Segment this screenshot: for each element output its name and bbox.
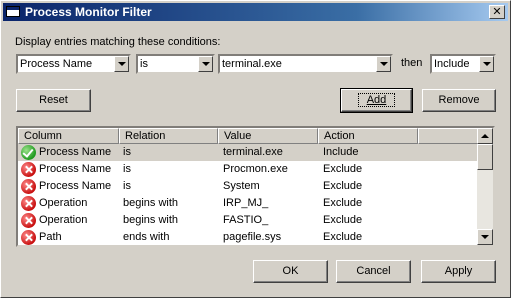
cell-relation: ends with [123, 231, 170, 243]
cell-column: Operation [39, 214, 88, 226]
cell-value: IRP_MJ_ [223, 197, 269, 209]
chevron-down-icon[interactable] [198, 56, 213, 72]
then-label: then [401, 57, 423, 69]
cell-value: System [223, 180, 260, 192]
chevron-down-icon[interactable] [114, 56, 129, 72]
close-button[interactable]: ✕ [489, 5, 505, 19]
check-icon[interactable] [21, 145, 36, 160]
exclude-icon[interactable] [21, 230, 36, 245]
filter-dialog: Process Monitor Filter ✕ Display entries… [0, 0, 511, 298]
cell-column: Path [39, 231, 62, 243]
column-dropdown-value: Process Name [20, 58, 93, 70]
cell-value: FASTIO_ [223, 214, 269, 226]
cell-value: pagefile.sys [223, 231, 282, 243]
cell-column: Operation [39, 197, 88, 209]
cell-value: Procmon.exe [223, 163, 288, 175]
add-button[interactable]: Add [340, 88, 413, 113]
column-header-action[interactable]: Action [318, 128, 418, 144]
relation-dropdown[interactable]: is [136, 54, 215, 74]
cell-column: Process Name [39, 146, 112, 158]
list-header: Column Relation Value Action [18, 128, 479, 144]
cell-action: Exclude [323, 197, 363, 209]
column-header-column[interactable]: Column [18, 128, 119, 144]
vertical-scrollbar[interactable] [477, 128, 493, 245]
filter-list[interactable]: Column Relation Value Action Process Nam… [16, 126, 495, 247]
cell-column: Process Name [39, 163, 112, 175]
reset-button[interactable]: Reset [16, 89, 91, 112]
chevron-down-icon[interactable] [479, 56, 494, 72]
ok-button[interactable]: OK [253, 260, 328, 283]
scroll-up-button[interactable] [477, 128, 493, 144]
cell-action: Exclude [323, 163, 363, 175]
table-row[interactable]: Process Name is terminal.exe Include [18, 144, 479, 161]
cell-relation: is [123, 180, 131, 192]
cell-relation: is [123, 163, 131, 175]
value-combobox-value: terminal.exe [222, 58, 282, 70]
table-row[interactable]: Operation begins with IRP_MJ_ Exclude [18, 195, 479, 212]
list-rows: Process Name is terminal.exe Include Pro… [18, 144, 479, 247]
window-title: Process Monitor Filter [25, 5, 152, 19]
column-header-filler [418, 128, 479, 144]
cell-value: terminal.exe [223, 146, 283, 158]
scroll-thumb[interactable] [477, 144, 493, 170]
add-button-label: Add [357, 93, 396, 107]
cell-relation: is [123, 146, 131, 158]
cancel-button[interactable]: Cancel [336, 260, 411, 283]
cell-action: Exclude [323, 180, 363, 192]
cell-relation: begins with [123, 197, 179, 209]
table-row[interactable]: Path ends with pagefile.sys Exclude [18, 229, 479, 245]
cell-relation: begins with [123, 214, 179, 226]
table-row[interactable]: Operation begins with FASTIO_ Exclude [18, 212, 479, 229]
cell-column: Process Name [39, 180, 112, 192]
action-dropdown-value: Include [434, 58, 470, 70]
remove-button[interactable]: Remove [422, 89, 496, 112]
title-bar[interactable]: Process Monitor Filter ✕ [3, 3, 508, 21]
conditions-prompt: Display entries matching these condition… [15, 36, 221, 48]
column-dropdown[interactable]: Process Name [16, 54, 131, 74]
scroll-down-button[interactable] [477, 229, 493, 245]
exclude-icon[interactable] [21, 196, 36, 211]
table-row-partial[interactable] [18, 246, 479, 247]
exclude-icon[interactable] [21, 179, 36, 194]
cell-action: Exclude [323, 214, 363, 226]
exclude-icon[interactable] [21, 213, 36, 228]
column-header-relation[interactable]: Relation [119, 128, 218, 144]
table-row[interactable]: Process Name is Procmon.exe Exclude [18, 161, 479, 178]
exclude-icon[interactable] [21, 162, 36, 177]
apply-button[interactable]: Apply [421, 260, 496, 283]
table-row[interactable]: Process Name is System Exclude [18, 178, 479, 195]
value-combobox[interactable]: terminal.exe [218, 54, 393, 74]
window-icon [6, 6, 20, 17]
chevron-down-icon[interactable] [376, 56, 391, 72]
cell-action: Include [323, 146, 359, 158]
relation-dropdown-value: is [140, 58, 148, 70]
column-header-value[interactable]: Value [218, 128, 318, 144]
action-dropdown[interactable]: Include [430, 54, 496, 74]
cell-action: Exclude [323, 231, 363, 243]
